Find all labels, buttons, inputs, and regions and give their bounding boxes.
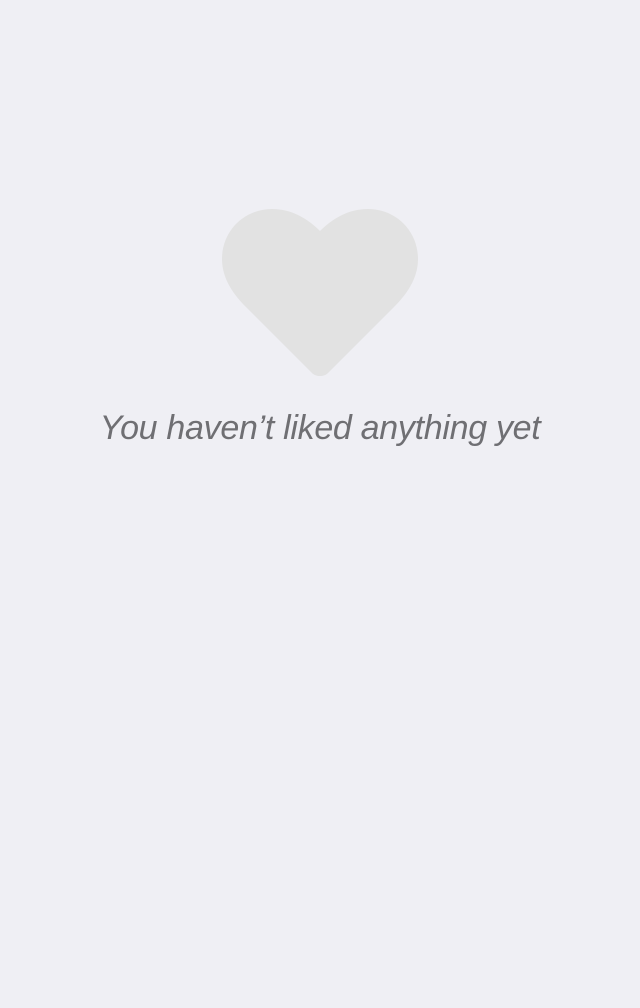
empty-state-message: You haven’t liked anything yet bbox=[99, 409, 541, 447]
likes-screen: You haven’t liked anything yet bbox=[0, 0, 640, 1008]
empty-state: You haven’t liked anything yet bbox=[0, 0, 640, 1008]
heart-icon bbox=[220, 207, 420, 381]
